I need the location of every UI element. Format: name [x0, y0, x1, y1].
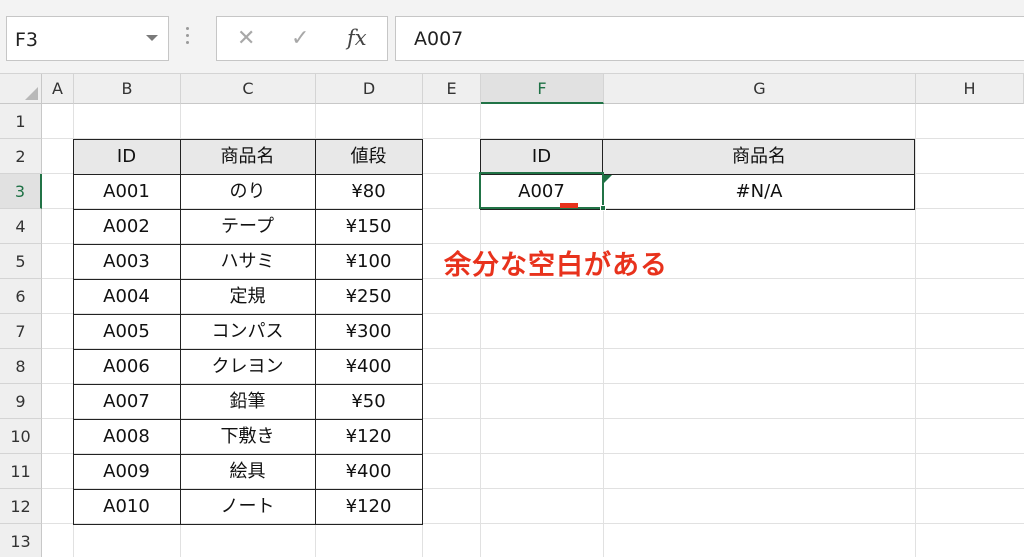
- column-header-d[interactable]: D: [316, 74, 423, 104]
- table-cell-price[interactable]: ¥300: [315, 314, 422, 349]
- row-header[interactable]: 7: [0, 314, 42, 349]
- table-cell-price[interactable]: ¥250: [315, 279, 422, 314]
- lookup-header-id[interactable]: ID: [480, 139, 603, 174]
- table-cell-id[interactable]: A001: [73, 174, 180, 209]
- row-header[interactable]: 6: [0, 279, 42, 314]
- table-cell-name[interactable]: 下敷き: [180, 419, 315, 454]
- table-cell-id[interactable]: A007: [73, 384, 180, 419]
- row-header[interactable]: 13: [0, 524, 42, 557]
- formula-bar: F3 ✕ ✓ fx A007: [0, 0, 1024, 74]
- table-cell-id[interactable]: A002: [73, 209, 180, 244]
- column-header-b[interactable]: B: [74, 74, 181, 104]
- row-header[interactable]: 8: [0, 349, 42, 384]
- row-header[interactable]: 1: [0, 104, 42, 139]
- column-header-a[interactable]: A: [42, 74, 74, 104]
- name-box-value: F3: [15, 29, 39, 51]
- row-header[interactable]: 12: [0, 489, 42, 524]
- fill-handle[interactable]: [600, 205, 606, 211]
- table-cell-id[interactable]: A008: [73, 419, 180, 454]
- row-header[interactable]: 10: [0, 419, 42, 454]
- checkmark-icon[interactable]: ✓: [291, 27, 309, 51]
- table-cell-price[interactable]: ¥400: [315, 454, 422, 489]
- table-cell-name[interactable]: ハサミ: [180, 244, 315, 279]
- table-cell-id[interactable]: A010: [73, 489, 180, 524]
- formula-value: A007: [414, 28, 464, 50]
- table-cell-id[interactable]: A005: [73, 314, 180, 349]
- lookup-header-name[interactable]: 商品名: [603, 139, 915, 174]
- close-icon[interactable]: ✕: [237, 27, 255, 51]
- column-header-h[interactable]: H: [916, 74, 1024, 104]
- table-cell-name[interactable]: ノート: [180, 489, 315, 524]
- table-cell-name[interactable]: のり: [180, 174, 315, 209]
- gridline: [915, 104, 916, 557]
- table-cell-price[interactable]: ¥80: [315, 174, 422, 209]
- row-header[interactable]: 5: [0, 244, 42, 279]
- table-header-id[interactable]: ID: [73, 139, 180, 174]
- select-all-icon: [25, 87, 38, 100]
- table-cell-id[interactable]: A004: [73, 279, 180, 314]
- table-cell-name[interactable]: コンパス: [180, 314, 315, 349]
- table-cell-name[interactable]: テープ: [180, 209, 315, 244]
- insert-function-icon[interactable]: fx: [347, 25, 367, 51]
- error-indicator-icon[interactable]: [604, 175, 612, 183]
- formula-buttons: ✕ ✓ fx: [216, 16, 388, 61]
- column-header-e[interactable]: E: [423, 74, 481, 104]
- column-header-f[interactable]: F: [481, 74, 604, 104]
- active-cell-border: [479, 172, 604, 209]
- table-cell-price[interactable]: ¥120: [315, 419, 422, 454]
- row-header[interactable]: 3: [0, 174, 42, 209]
- extra-space-marker: [560, 203, 578, 208]
- table-cell-price[interactable]: ¥50: [315, 384, 422, 419]
- formula-input[interactable]: A007: [395, 16, 1024, 61]
- name-box[interactable]: F3: [6, 16, 169, 61]
- table-header-name[interactable]: 商品名: [180, 139, 315, 174]
- table-cell-name[interactable]: 定規: [180, 279, 315, 314]
- row-header[interactable]: 9: [0, 384, 42, 419]
- table-cell-id[interactable]: A006: [73, 349, 180, 384]
- row-header[interactable]: 2: [0, 139, 42, 174]
- column-header-g[interactable]: G: [604, 74, 916, 104]
- row-header[interactable]: 4: [0, 209, 42, 244]
- select-all-button[interactable]: [0, 74, 42, 104]
- table-cell-name[interactable]: 絵具: [180, 454, 315, 489]
- table-cell-id[interactable]: A009: [73, 454, 180, 489]
- table-cell-name[interactable]: クレヨン: [180, 349, 315, 384]
- table-cell-id[interactable]: A003: [73, 244, 180, 279]
- row-header[interactable]: 11: [0, 454, 42, 489]
- table-cell-price[interactable]: ¥120: [315, 489, 422, 524]
- table-cell-price[interactable]: ¥400: [315, 349, 422, 384]
- annotation-label: 余分な空白がある: [444, 250, 668, 281]
- lookup-result-cell[interactable]: #N/A: [603, 174, 915, 209]
- table-cell-name[interactable]: 鉛筆: [180, 384, 315, 419]
- column-header-c[interactable]: C: [181, 74, 316, 104]
- table-cell-price[interactable]: ¥150: [315, 209, 422, 244]
- table-cell-price[interactable]: ¥100: [315, 244, 422, 279]
- chevron-down-icon[interactable]: [146, 35, 158, 41]
- table-header-price[interactable]: 値段: [315, 139, 422, 174]
- grip-icon[interactable]: [186, 27, 190, 49]
